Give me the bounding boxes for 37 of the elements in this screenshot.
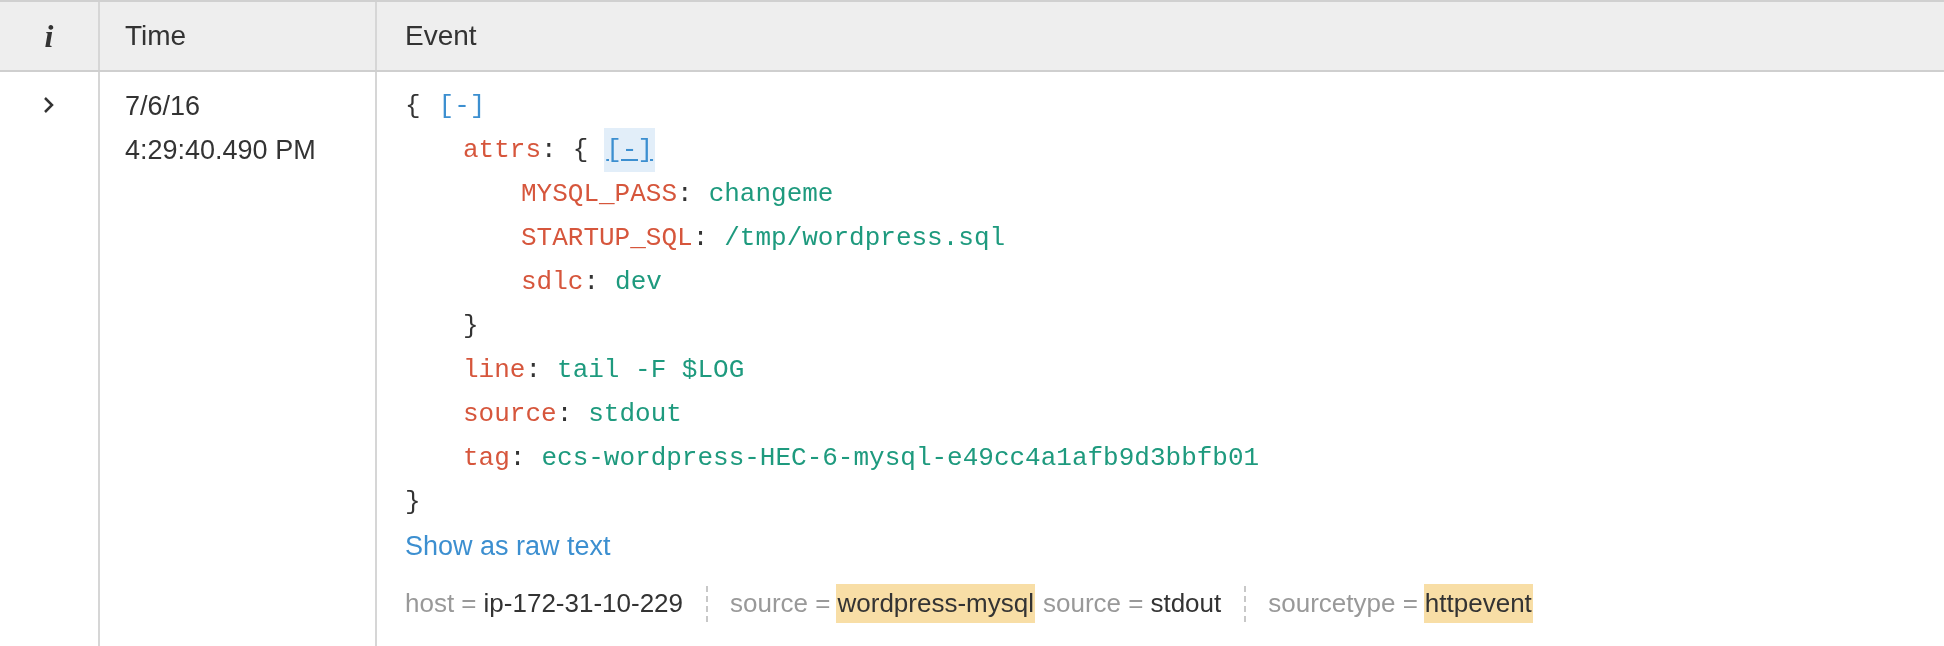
json-value: dev <box>615 266 662 299</box>
json-key: sdlc <box>521 260 584 304</box>
column-header[interactable]: Event <box>405 15 477 57</box>
json-value: ecs-wordpress-HEC-6-mysql-e49cc4a1afb9d3bbfb01 <box>541 442 1260 475</box>
event-time: 4:29:40.490 PM <box>125 134 316 167</box>
event-time: 7/6/16 <box>125 90 201 123</box>
json-brace: : <box>525 354 542 387</box>
json-brace: : <box>677 178 693 211</box>
field-value[interactable]: httpevent <box>1423 584 1533 623</box>
json-brace: { <box>405 90 421 123</box>
json-brace: : <box>692 222 709 255</box>
json-key: MYSQL_PASS <box>521 172 678 216</box>
field-value[interactable]: ip-172-31-10-229 <box>482 584 685 623</box>
json-value: changeme <box>708 178 834 211</box>
json-value: /tmp/wordpress.sql <box>724 222 1006 255</box>
field-value[interactable]: wordpress-mysql <box>836 584 1035 623</box>
column-header[interactable]: Time <box>125 15 187 57</box>
json-brace: : <box>556 398 573 431</box>
json-brace: : <box>509 442 526 475</box>
json-key: source <box>463 392 557 436</box>
json-value: stdout <box>588 398 682 431</box>
column-header[interactable]: i <box>44 12 54 60</box>
json-brace: { <box>572 134 589 167</box>
json-value: tail -F $LOG <box>557 354 745 387</box>
field-name: source = <box>730 587 831 620</box>
json-brace: } <box>405 486 421 519</box>
field-value[interactable]: stdout <box>1149 584 1223 623</box>
json-brace: : <box>583 266 600 299</box>
json-key: STARTUP_SQL <box>521 216 693 260</box>
json-key: attrs <box>463 128 541 172</box>
json-key: line <box>463 348 526 392</box>
json-key: tag <box>463 436 510 480</box>
json-brace: } <box>463 310 479 343</box>
field-name: sourcetype = <box>1268 587 1418 620</box>
field-name: host = <box>405 587 477 620</box>
field-name: source = <box>1043 587 1144 620</box>
json-brace: : <box>541 134 557 167</box>
